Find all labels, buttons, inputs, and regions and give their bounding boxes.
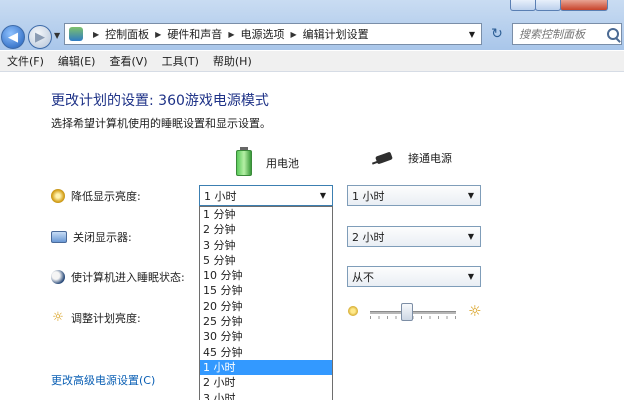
brightness-high-icon: ☼ xyxy=(468,302,482,320)
row-brightness: ☼ 调整计划亮度: xyxy=(51,310,141,326)
search-input[interactable] xyxy=(513,26,607,42)
dropdown-option[interactable]: 20 分钟 xyxy=(200,299,332,314)
row-dim-display: 降低显示亮度: xyxy=(51,188,141,204)
row-brightness-label: 调整计划亮度: xyxy=(71,312,141,325)
dropdown-option[interactable]: 45 分钟 xyxy=(200,345,332,360)
brightness-low-icon xyxy=(348,306,358,316)
dropdown-option[interactable]: 25 分钟 xyxy=(200,314,332,329)
control-panel-icon xyxy=(69,27,83,41)
breadcrumb-chevron-icon[interactable]: ▶ xyxy=(228,30,234,39)
page-subtitle: 选择希望计算机使用的睡眠设置和显示设置。 xyxy=(51,117,271,130)
chevron-down-icon: ▼ xyxy=(467,232,474,241)
refresh-button[interactable]: ↻ xyxy=(486,24,508,44)
dim-display-plugged-select[interactable]: 1 小时 ▼ xyxy=(347,185,481,206)
battery-icon xyxy=(236,147,252,176)
sun-icon: ☼ xyxy=(52,310,64,325)
breadcrumb-edit-plan[interactable]: 编辑计划设置 xyxy=(303,26,369,42)
dropdown-option[interactable]: 3 分钟 xyxy=(200,238,332,253)
forward-button[interactable]: ▶ xyxy=(28,25,52,49)
arrow-right-icon: ▶ xyxy=(35,29,45,45)
chevron-down-icon: ▼ xyxy=(319,191,326,200)
dim-brightness-icon xyxy=(51,189,65,203)
dim-display-battery-select[interactable]: 1 小时 ▼ xyxy=(199,185,333,206)
close-button[interactable] xyxy=(560,0,608,11)
select-value: 1 小时 xyxy=(204,189,237,203)
breadcrumb-chevron-icon[interactable]: ▶ xyxy=(290,30,296,39)
row-display-off: 关闭显示器: xyxy=(51,229,132,245)
dim-display-dropdown-list[interactable]: 1 分钟 2 分钟 3 分钟 5 分钟 10 分钟 15 分钟 20 分钟 25 分钟 30 分… xyxy=(199,206,333,400)
display-off-plugged-select[interactable]: 2 小时 ▼ xyxy=(347,226,481,247)
row-display-off-label: 关闭显示器: xyxy=(73,231,132,244)
address-dropdown-icon[interactable]: ▼ xyxy=(469,30,475,39)
advanced-power-settings-link[interactable]: 更改高级电源设置(C) xyxy=(51,372,155,388)
dropdown-option[interactable]: 15 分钟 xyxy=(200,283,332,298)
column-header-plugged-label: 接通电源 xyxy=(408,152,452,165)
history-dropdown-icon[interactable]: ▼ xyxy=(54,31,60,40)
dropdown-option[interactable]: 2 小时 xyxy=(200,375,332,390)
arrow-left-icon: ◀ xyxy=(8,29,18,45)
menu-file[interactable]: 文件(F) xyxy=(0,53,51,69)
select-value: 从不 xyxy=(352,270,374,284)
monitor-icon xyxy=(51,231,67,243)
column-header-battery-label: 用电池 xyxy=(266,157,299,170)
search-icon[interactable] xyxy=(607,28,619,40)
dropdown-option[interactable]: 30 分钟 xyxy=(200,329,332,344)
chevron-down-icon: ▼ xyxy=(467,272,474,281)
dropdown-option[interactable]: 2 分钟 xyxy=(200,222,332,237)
menu-tools[interactable]: 工具(T) xyxy=(155,53,206,69)
row-dim-display-label: 降低显示亮度: xyxy=(71,190,141,203)
dropdown-option[interactable]: 1 分钟 xyxy=(200,207,332,222)
brightness-plugged-slider[interactable]: ☼ xyxy=(348,302,484,322)
sleep-moon-icon xyxy=(51,270,65,284)
row-sleep-label: 使计算机进入睡眠状态: xyxy=(71,271,185,284)
maximize-button[interactable] xyxy=(535,0,561,11)
menu-view[interactable]: 查看(V) xyxy=(102,53,154,69)
page-title: 更改计划的设置: 360游戏电源模式 xyxy=(51,93,269,109)
breadcrumb-chevron-icon[interactable]: ▶ xyxy=(155,30,161,39)
row-sleep: 使计算机进入睡眠状态: xyxy=(51,269,185,285)
select-value: 2 小时 xyxy=(352,230,385,244)
select-value: 1 小时 xyxy=(352,189,385,203)
back-button[interactable]: ◀ xyxy=(1,25,25,49)
refresh-icon: ↻ xyxy=(491,26,503,42)
breadcrumb-power-options[interactable]: 电源选项 xyxy=(240,26,284,42)
menu-edit[interactable]: 编辑(E) xyxy=(51,53,103,69)
slider-thumb[interactable] xyxy=(401,303,414,321)
dropdown-option[interactable]: 1 小时 xyxy=(200,359,332,376)
column-header-battery: 用电池 xyxy=(236,147,299,176)
address-bar[interactable]: ▶ 控制面板 ▶ 硬件和声音 ▶ 电源选项 ▶ 编辑计划设置 ▼ xyxy=(64,23,482,45)
dropdown-option[interactable]: 3 小时 xyxy=(200,391,332,400)
menu-bar: 文件(F) 编辑(E) 查看(V) 工具(T) 帮助(H) xyxy=(0,51,624,72)
column-header-plugged: 接通电源 xyxy=(372,150,452,166)
breadcrumb-hardware-sound[interactable]: 硬件和声音 xyxy=(167,26,222,42)
breadcrumb-chevron-icon[interactable]: ▶ xyxy=(93,30,99,39)
chevron-down-icon: ▼ xyxy=(467,191,474,200)
search-box[interactable] xyxy=(512,23,622,45)
dropdown-option[interactable]: 5 分钟 xyxy=(200,253,332,268)
dropdown-option[interactable]: 10 分钟 xyxy=(200,268,332,283)
window-titlebar: ◀ ▶ ▼ ▶ 控制面板 ▶ 硬件和声音 ▶ 电源选项 ▶ 编辑计划设置 ▼ ↻ xyxy=(0,0,624,50)
breadcrumb-control-panel[interactable]: 控制面板 xyxy=(105,26,149,42)
power-plug-icon xyxy=(372,151,398,165)
menu-help[interactable]: 帮助(H) xyxy=(206,53,259,69)
sleep-plugged-select[interactable]: 从不 ▼ xyxy=(347,266,481,287)
minimize-button[interactable] xyxy=(510,0,536,11)
